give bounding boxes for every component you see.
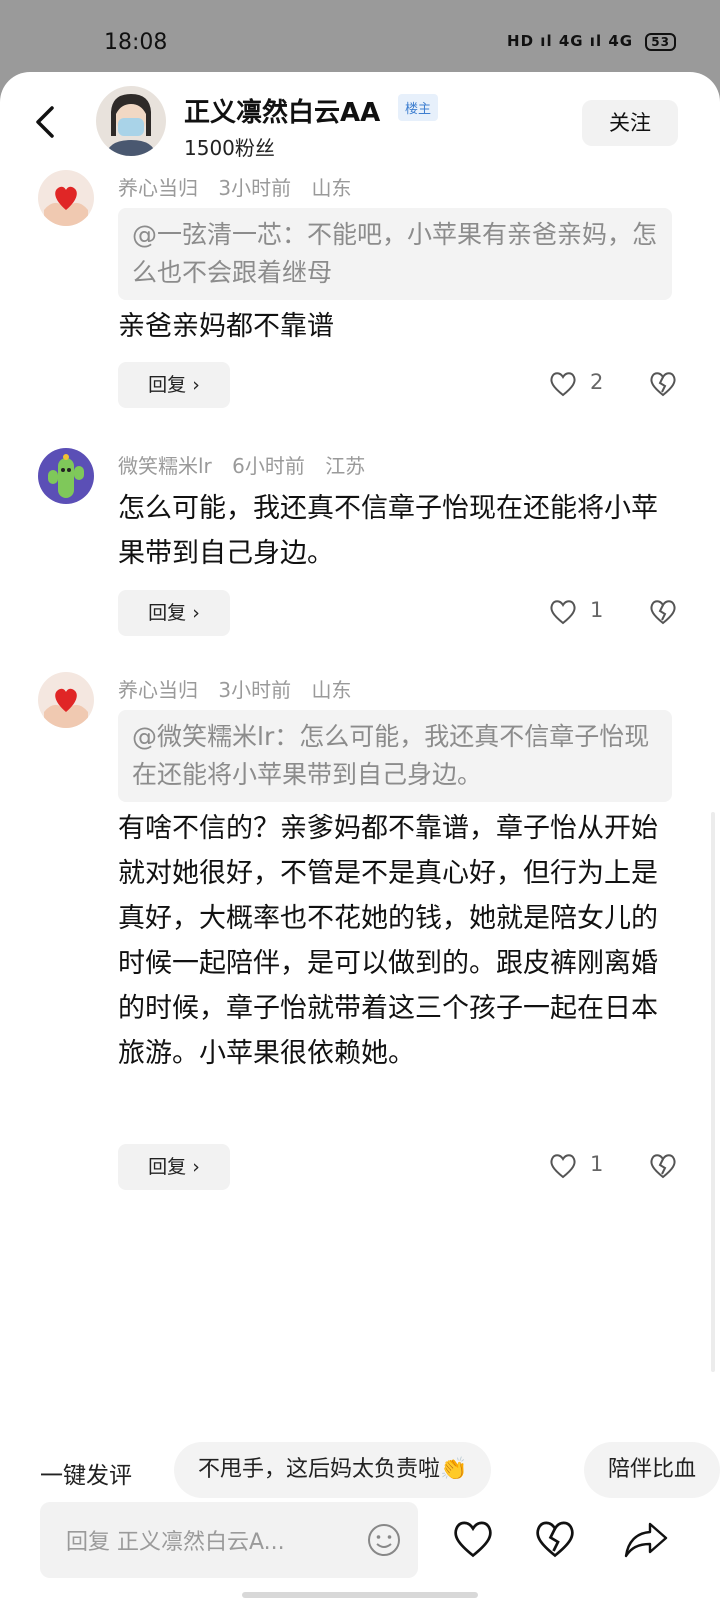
comment-location: 山东: [311, 176, 352, 200]
comment-text[interactable]: 亲爸亲妈都不靠谱: [118, 304, 666, 349]
chevron-right-icon: ›: [192, 374, 200, 396]
reply-input-placeholder: 回复 正义凛然白云A...: [66, 1530, 285, 1555]
reply-button[interactable]: 回复 ›: [118, 590, 230, 636]
comment-meta: 养心当归 3小时前 山东: [118, 172, 365, 201]
dislike-button[interactable]: [648, 1152, 680, 1184]
quoted-comment[interactable]: @微笑糯米lr：怎么可能，我还真不信章子怡现在还能将小苹果带到自己身边。: [118, 710, 672, 802]
commenter-avatar[interactable]: [38, 170, 94, 226]
scrollbar[interactable]: [711, 812, 715, 1372]
broken-heart-icon: [650, 372, 676, 397]
quick-comment-label: 一键发评: [40, 1463, 132, 1489]
reply-label: 回复: [148, 1156, 187, 1178]
status-icons: HD ıl 4G ıl 4G 53: [507, 32, 676, 51]
comment-text[interactable]: 有啥不信的？亲爹妈都不靠谱，章子怡从开始就对她很好，不管是不是真心好，但行为上是…: [118, 806, 666, 1076]
reply-label: 回复: [148, 374, 187, 396]
like-button[interactable]: 1: [548, 594, 618, 634]
comment-time: 3小时前: [218, 176, 292, 200]
quick-comment-chip[interactable]: 陪伴比血: [584, 1442, 720, 1498]
comment-location: 江苏: [325, 454, 366, 478]
comment-location: 山东: [311, 678, 352, 702]
follow-button[interactable]: 关注: [582, 100, 678, 146]
quoted-comment[interactable]: @一弦清一芯：不能吧，小苹果有亲爸亲妈，怎么也不会跟着继母: [118, 208, 672, 300]
chevron-right-icon: ›: [192, 602, 200, 624]
broken-heart-icon: [650, 1154, 676, 1179]
heart-outline-icon: [550, 600, 576, 625]
heart-outline-icon: [550, 1154, 576, 1179]
comment-text[interactable]: 怎么可能，我还真不信章子怡现在还能将小苹果带到自己身边。: [118, 486, 666, 576]
broken-heart-icon[interactable]: [532, 1518, 578, 1560]
author-avatar[interactable]: [96, 86, 166, 156]
dislike-button[interactable]: [648, 370, 680, 402]
comment-meta: 微笑糯米lr 6小时前 江苏: [118, 450, 379, 479]
hd-indicator: HD: [507, 32, 535, 50]
status-time: 18:08: [104, 30, 168, 55]
quick-comment-bar: 一键发评 不甩手，这后妈太负责啦👏 陪伴比血: [0, 1442, 720, 1502]
quick-comment-chip[interactable]: 不甩手，这后妈太负责啦👏: [174, 1442, 492, 1498]
comment-time: 3小时前: [218, 678, 292, 702]
share-icon[interactable]: [622, 1518, 670, 1562]
dislike-button[interactable]: [648, 598, 680, 630]
comment-meta: 养心当归 3小时前 山东: [118, 674, 365, 703]
commenter-avatar[interactable]: [38, 672, 94, 728]
op-badge: 楼主: [398, 94, 439, 121]
bottom-action-bar: 回复 正义凛然白云A...: [0, 1502, 720, 1592]
commenter-avatar[interactable]: [38, 448, 94, 504]
commenter-name[interactable]: 微笑糯米lr: [118, 454, 212, 478]
reply-button[interactable]: 回复 ›: [118, 362, 230, 408]
chevron-right-icon: ›: [192, 1156, 200, 1178]
battery-icon: 53: [645, 32, 676, 51]
like-button[interactable]: 2: [548, 366, 618, 406]
reply-label: 回复: [148, 602, 187, 624]
status-bar: 18:08 HD ıl 4G ıl 4G 53: [0, 0, 720, 80]
broken-heart-icon: [650, 600, 676, 625]
home-indicator[interactable]: [242, 1592, 478, 1598]
back-button[interactable]: [26, 102, 66, 142]
like-count: 2: [590, 370, 604, 394]
signal-icon-2: ıl: [589, 32, 609, 50]
post-header: 正义凛然白云AA 楼主 1500粉丝 关注: [0, 72, 720, 172]
heart-icon[interactable]: [450, 1518, 496, 1560]
like-count: 1: [590, 598, 604, 622]
reply-input[interactable]: 回复 正义凛然白云A...: [40, 1502, 418, 1578]
signal-4g-label: 4G: [558, 32, 584, 50]
signal-icon: ıl: [540, 32, 559, 50]
like-count: 1: [590, 1152, 604, 1176]
like-button[interactable]: 1: [548, 1148, 618, 1188]
signal-4g-label-2: 4G: [608, 32, 634, 50]
author-name[interactable]: 正义凛然白云AA: [184, 92, 380, 129]
heart-outline-icon: [550, 372, 576, 397]
commenter-name[interactable]: 养心当归: [118, 176, 198, 200]
emoji-icon[interactable]: [366, 1522, 402, 1558]
author-fans-count: 1500粉丝: [184, 136, 275, 160]
comment-sheet: 正义凛然白云AA 楼主 1500粉丝 关注 养心当归 3小时前 山东 @一弦清一…: [0, 72, 720, 1600]
chevron-left-icon: [36, 106, 54, 138]
commenter-name[interactable]: 养心当归: [118, 678, 198, 702]
comment-time: 6小时前: [232, 454, 305, 478]
reply-button[interactable]: 回复 ›: [118, 1144, 230, 1190]
